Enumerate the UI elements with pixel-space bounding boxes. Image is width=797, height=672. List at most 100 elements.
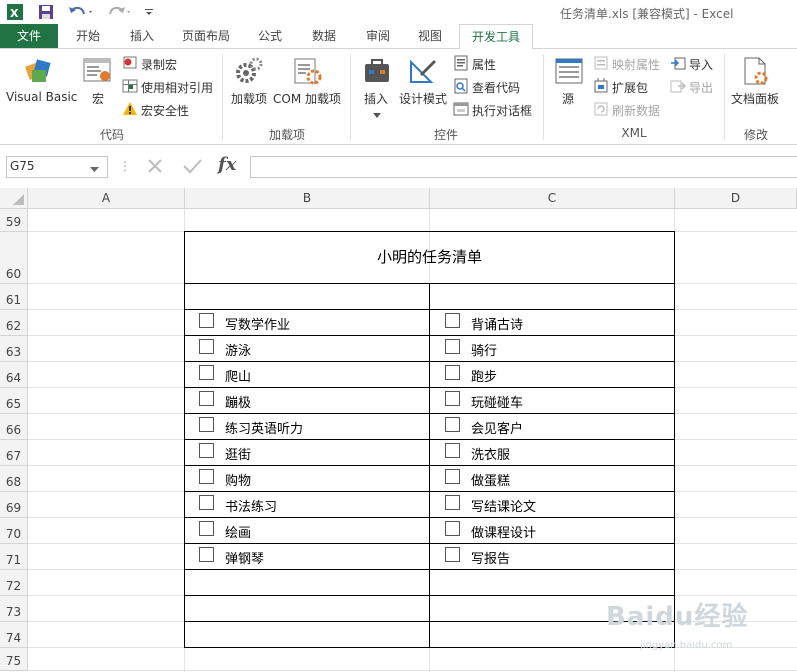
task-label: 弹钢琴 — [225, 552, 265, 567]
row-header-74[interactable]: 74 — [0, 622, 28, 648]
task-checkbox[interactable] — [445, 547, 460, 562]
refresh-data-button[interactable]: 刷新数据 — [612, 102, 660, 119]
task-label: 书法练习 — [225, 500, 278, 515]
customize-qat-icon[interactable] — [142, 3, 156, 21]
macro-security-button[interactable]: 宏安全性 — [141, 102, 189, 119]
column-header-b[interactable]: B — [185, 188, 430, 209]
chevron-down-icon — [373, 108, 381, 122]
task-checkbox[interactable] — [445, 365, 460, 380]
column-header-d[interactable]: D — [675, 188, 797, 209]
group-label-code: 代码 — [99, 128, 124, 142]
task-checkbox[interactable] — [445, 339, 460, 354]
tab-view[interactable]: 视图 — [408, 24, 452, 48]
expansion-packs-button[interactable]: 扩展包 — [612, 79, 648, 96]
tab-page-layout[interactable]: 页面布局 — [174, 24, 238, 48]
task-label: 做蛋糕 — [471, 474, 511, 489]
tab-developer[interactable]: 开发工具 — [459, 24, 533, 50]
record-macro-icon — [122, 55, 138, 74]
task-label: 逛街 — [225, 448, 252, 463]
save-icon[interactable] — [36, 3, 56, 21]
warning-icon — [122, 101, 138, 120]
row-header-64[interactable]: 64 — [0, 362, 28, 388]
formula-input[interactable] — [250, 156, 797, 178]
gridline — [28, 670, 797, 671]
redo-icon[interactable] — [104, 3, 134, 21]
task-checkbox[interactable] — [445, 495, 460, 510]
view-code-button[interactable]: 查看代码 — [472, 79, 520, 96]
document-panel-button[interactable]: 文档面板 — [731, 90, 779, 107]
task-checkbox[interactable] — [199, 547, 214, 562]
task-checkbox[interactable] — [445, 521, 460, 536]
task-checkbox[interactable] — [445, 313, 460, 328]
com-addins-button[interactable]: COM 加载项 — [273, 90, 341, 107]
row-header-67[interactable]: 67 — [0, 440, 28, 466]
row-header-60[interactable]: 60 — [0, 232, 28, 284]
baidu-watermark-url: jingyan.baidu.com — [640, 640, 733, 651]
export-icon — [670, 78, 687, 97]
task-checkbox[interactable] — [445, 417, 460, 432]
select-all-corner[interactable] — [0, 188, 28, 209]
task-checkbox[interactable] — [199, 521, 214, 536]
visual-basic-button[interactable]: Visual Basic — [6, 90, 77, 104]
row-header-66[interactable]: 66 — [0, 414, 28, 440]
task-checkbox[interactable] — [445, 391, 460, 406]
cancel-icon[interactable] — [145, 156, 165, 179]
task-checkbox[interactable] — [199, 339, 214, 354]
task-checkbox[interactable] — [445, 443, 460, 458]
row-header-63[interactable]: 63 — [0, 336, 28, 362]
row-header-68[interactable]: 68 — [0, 466, 28, 492]
relative-reference-icon — [122, 78, 138, 97]
macros-button[interactable]: 宏 — [92, 90, 104, 107]
row-header-75[interactable]: 75 — [0, 648, 28, 671]
row-header-65[interactable]: 65 — [0, 388, 28, 414]
task-checkbox[interactable] — [199, 495, 214, 510]
tab-formulas[interactable]: 公式 — [248, 24, 292, 48]
tab-review[interactable]: 审阅 — [356, 24, 400, 48]
group-label-xml: XML — [621, 126, 647, 140]
record-macro-button[interactable]: 录制宏 — [141, 56, 177, 73]
row-header-59[interactable]: 59 — [0, 209, 28, 232]
row-header-71[interactable]: 71 — [0, 544, 28, 570]
task-checkbox[interactable] — [199, 313, 214, 328]
addins-button[interactable]: 加载项 — [231, 90, 267, 107]
tab-file[interactable]: 文件 — [0, 24, 58, 48]
enter-check-icon[interactable] — [181, 156, 203, 179]
row-header-62[interactable]: 62 — [0, 310, 28, 336]
undo-icon[interactable] — [66, 3, 96, 21]
insert-function-button[interactable]: fx — [218, 154, 236, 175]
tab-insert[interactable]: 插入 — [120, 24, 164, 48]
run-dialog-button[interactable]: 执行对话框 — [472, 102, 532, 119]
map-properties-button[interactable]: 映射属性 — [612, 56, 660, 73]
task-label: 背诵古诗 — [471, 318, 524, 333]
task-label: 蹦极 — [225, 396, 252, 411]
export-button[interactable]: 导出 — [689, 79, 713, 96]
task-label: 练习英语听力 — [225, 422, 304, 437]
task-checkbox[interactable] — [199, 391, 214, 406]
column-header-a[interactable]: A — [28, 188, 185, 209]
com-addins-icon — [292, 56, 322, 89]
tab-data[interactable]: 数据 — [302, 24, 346, 48]
xml-source-button[interactable]: 源 — [562, 90, 574, 107]
row-header-61[interactable]: 61 — [0, 284, 28, 310]
task-checkbox[interactable] — [199, 469, 214, 484]
task-checkbox[interactable] — [445, 469, 460, 484]
row-header-70[interactable]: 70 — [0, 518, 28, 544]
task-checkbox[interactable] — [199, 365, 214, 380]
chevron-down-icon[interactable] — [90, 162, 99, 176]
properties-icon — [453, 55, 469, 74]
insert-controls-button[interactable]: 插入 — [364, 90, 388, 107]
task-checkbox[interactable] — [199, 443, 214, 458]
row-header-69[interactable]: 69 — [0, 492, 28, 518]
properties-button[interactable]: 属性 — [472, 56, 496, 73]
import-button[interactable]: 导入 — [689, 56, 713, 73]
column-header-c[interactable]: C — [430, 188, 675, 209]
row-header-72[interactable]: 72 — [0, 570, 28, 596]
task-label: 玩碰碰车 — [471, 396, 524, 411]
row-header-73[interactable]: 73 — [0, 596, 28, 622]
xml-source-icon — [554, 56, 584, 89]
task-checkbox[interactable] — [199, 417, 214, 432]
design-mode-button[interactable]: 设计模式 — [399, 90, 447, 107]
tab-home[interactable]: 开始 — [66, 24, 110, 48]
table-border — [184, 231, 675, 232]
relative-reference-button[interactable]: 使用相对引用 — [141, 79, 213, 96]
